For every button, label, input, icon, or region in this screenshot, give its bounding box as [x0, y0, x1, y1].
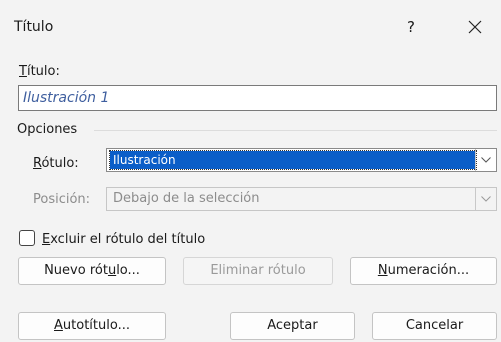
- title-label: Título:: [19, 64, 60, 79]
- options-separator: [94, 130, 497, 131]
- close-button[interactable]: [462, 14, 488, 40]
- new-label-button[interactable]: Nuevo rótulo...: [18, 257, 166, 285]
- dialog-title: Título: [14, 19, 54, 35]
- position-select-dropdown: [475, 188, 496, 210]
- position-field-label: Posición:: [33, 192, 91, 207]
- help-button[interactable]: ?: [398, 14, 424, 40]
- label-select-value: Ilustración: [109, 150, 477, 170]
- exclude-label-checkbox[interactable]: [19, 230, 35, 246]
- chevron-down-icon: [481, 196, 491, 202]
- options-group-label: Opciones: [17, 122, 78, 137]
- cancel-button[interactable]: Cancelar: [372, 312, 497, 340]
- label-select-dropdown[interactable]: [475, 149, 496, 171]
- ok-button[interactable]: Aceptar: [230, 312, 355, 340]
- autocaption-button[interactable]: Autotítulo...: [18, 312, 166, 340]
- delete-label-button: Eliminar rótulo: [183, 257, 333, 285]
- position-select: Debajo de la selección: [106, 187, 497, 211]
- label-select[interactable]: Ilustración: [106, 148, 497, 172]
- exclude-label-text[interactable]: Excluir el rótulo del título: [42, 232, 205, 247]
- position-select-value: Debajo de la selección: [113, 191, 260, 206]
- caption-text-field[interactable]: Ilustración 1: [18, 85, 497, 111]
- chevron-down-icon: [481, 157, 491, 163]
- numbering-button[interactable]: Numeración...: [350, 257, 497, 285]
- close-icon: [468, 20, 482, 34]
- label-field-label: Rótulo:: [33, 156, 79, 171]
